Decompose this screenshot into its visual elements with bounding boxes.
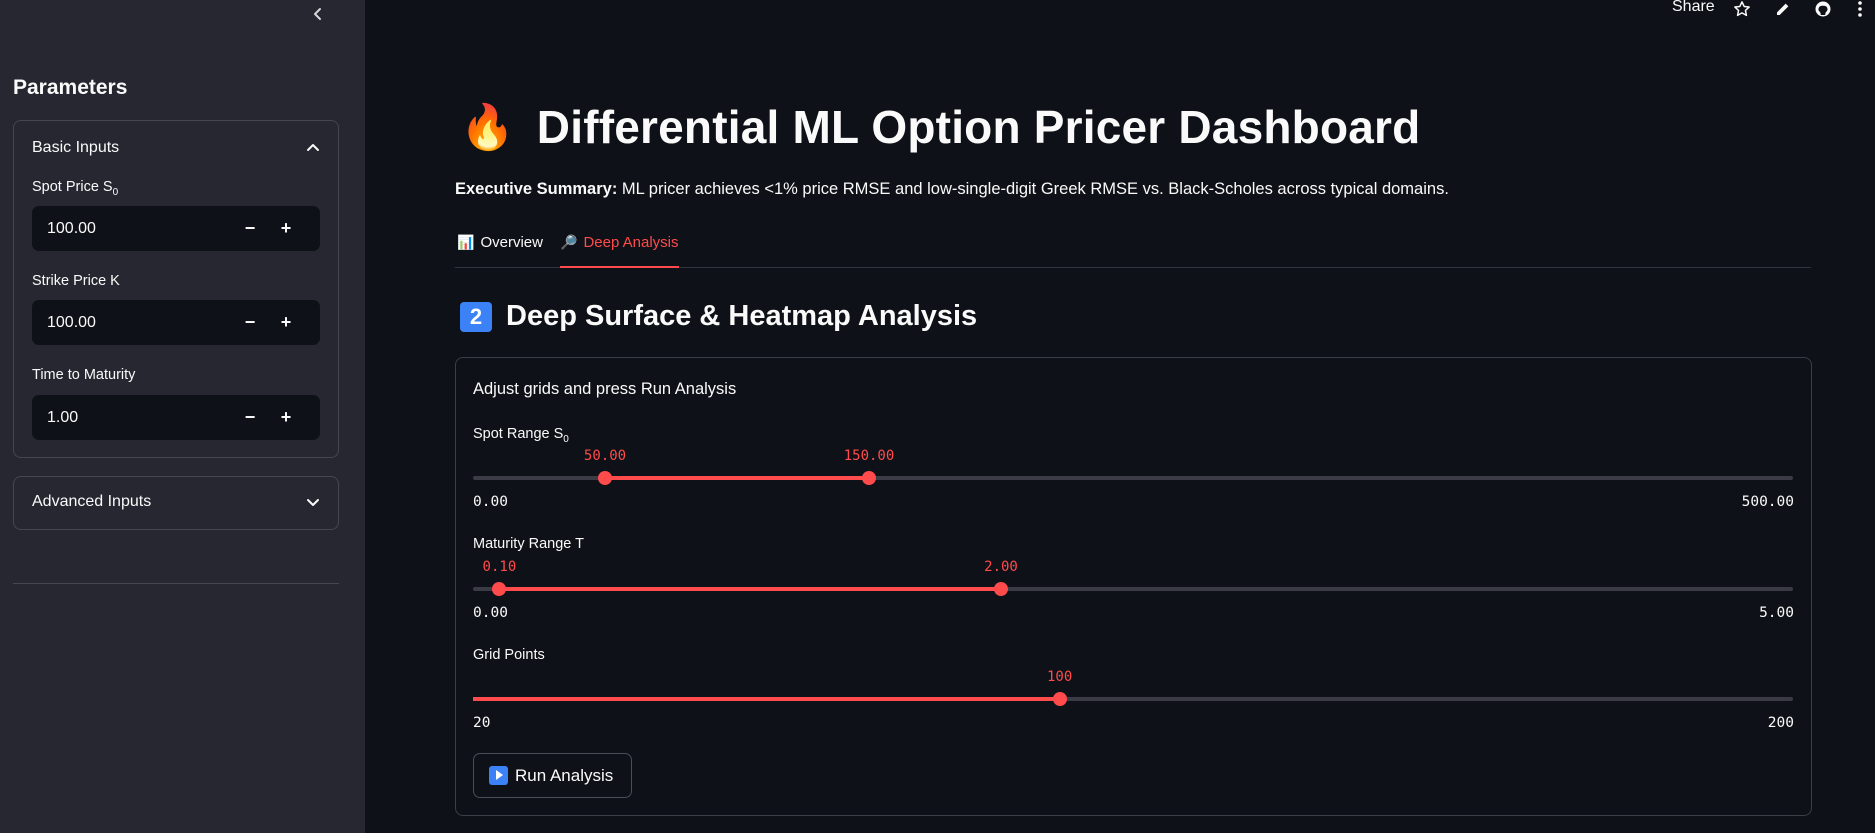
grid-points-label: Grid Points: [473, 647, 545, 663]
spot-price-input-group: − +: [32, 206, 320, 251]
maturity-range-label: Maturity Range T: [473, 536, 584, 552]
spot-price-decrement-button[interactable]: −: [232, 206, 268, 251]
tab-deep-analysis-label: Deep Analysis: [583, 234, 679, 251]
play-icon: [489, 766, 508, 785]
grid-points-max: 200: [1767, 715, 1794, 731]
grid-points-handle[interactable]: [1052, 692, 1067, 706]
spot-price-label: Spot Price S0: [32, 179, 119, 198]
form-caption: Adjust grids and press Run Analysis: [473, 380, 737, 398]
share-button[interactable]: Share: [1672, 0, 1715, 16]
run-analysis-button[interactable]: Run Analysis: [473, 753, 633, 798]
spot-price-increment-button[interactable]: +: [268, 206, 304, 251]
strike-price-input[interactable]: [32, 300, 232, 345]
maturity-input[interactable]: [32, 395, 232, 440]
strike-price-label: Strike Price K: [32, 273, 120, 289]
maturity-input-group: − +: [32, 395, 320, 440]
advanced-inputs-header[interactable]: Advanced Inputs: [32, 493, 320, 511]
spot-range-low-handle[interactable]: [598, 471, 612, 485]
strike-price-increment-button[interactable]: +: [268, 300, 304, 345]
page-title: 🔥 Differential ML Option Pricer Dashboar…: [460, 100, 1420, 154]
section-title: 2 Deep Surface & Heatmap Analysis: [460, 300, 977, 333]
spot-range-fill: [605, 476, 869, 480]
strike-price-input-group: − +: [32, 300, 320, 345]
maturity-decrement-button[interactable]: −: [232, 395, 268, 440]
maturity-label: Time to Maturity: [32, 367, 136, 383]
tab-overview[interactable]: 📊 Overview: [457, 234, 543, 268]
section-title-text: Deep Surface & Heatmap Analysis: [506, 300, 978, 332]
basic-inputs-expander: Basic Inputs Spot Price S0 − + Strike Pr…: [13, 120, 339, 458]
spot-range-high-value: 150.00: [843, 448, 895, 464]
basic-inputs-label: Basic Inputs: [32, 139, 120, 156]
advanced-inputs-label: Advanced Inputs: [32, 493, 152, 510]
more-menu-icon[interactable]: [1854, 0, 1866, 19]
spot-range-label: Spot Range S0: [473, 426, 569, 445]
executive-summary: Executive Summary: ML pricer achieves <1…: [455, 180, 1449, 199]
spot-price-input[interactable]: [32, 206, 232, 251]
maturity-range-max: 5.00: [1759, 605, 1794, 621]
fire-icon: 🔥: [460, 103, 515, 152]
maturity-range-fill: [499, 587, 1001, 591]
tab-overview-label: Overview: [480, 234, 543, 251]
chevron-up-icon: [307, 144, 319, 151]
sidebar-divider: [13, 583, 339, 584]
spot-range-low-value: 50.00: [583, 448, 627, 464]
github-icon[interactable]: [1812, 0, 1834, 19]
spot-range-high-handle[interactable]: [862, 471, 876, 485]
grid-points-fill: [473, 697, 1060, 701]
tab-bar: 📊 Overview 🔎 Deep Analysis: [455, 228, 1811, 268]
grid-points-value: 100: [1047, 669, 1073, 685]
spot-range-slider[interactable]: 50.00 150.00: [473, 448, 1793, 485]
spot-range-max: 500.00: [1741, 494, 1794, 510]
chevron-down-icon: [307, 499, 319, 506]
maturity-range-min: 0.00: [473, 605, 508, 621]
maturity-range-slider[interactable]: 0.10 2.00: [473, 559, 1793, 596]
bar-chart-icon: 📊: [457, 234, 475, 250]
summary-label: Executive Summary:: [455, 180, 618, 198]
maturity-range-high-handle[interactable]: [994, 582, 1008, 596]
chevron-left-icon: [314, 8, 321, 20]
edit-pencil-icon[interactable]: [1772, 0, 1794, 19]
advanced-inputs-expander[interactable]: Advanced Inputs: [13, 476, 339, 530]
sidebar-title: Parameters: [13, 76, 128, 99]
page-title-text: Differential ML Option Pricer Dashboard: [536, 101, 1421, 153]
summary-text: ML pricer achieves <1% price RMSE and lo…: [617, 180, 1449, 198]
magnifier-icon: 🔎: [560, 234, 578, 250]
tab-deep-analysis[interactable]: 🔎 Deep Analysis: [560, 234, 679, 268]
maturity-range-low-handle[interactable]: [492, 582, 507, 596]
maturity-range-low-value: 0.10: [482, 559, 517, 575]
run-analysis-label: Run Analysis: [515, 765, 614, 785]
spot-range-min: 0.00: [473, 494, 508, 510]
sidebar: Parameters Basic Inputs Spot Price S0 − …: [0, 0, 365, 833]
basic-inputs-header[interactable]: Basic Inputs: [32, 139, 320, 157]
grid-points-slider[interactable]: 100: [473, 669, 1793, 706]
collapse-sidebar-button[interactable]: [306, 2, 330, 26]
star-icon[interactable]: [1731, 0, 1753, 19]
maturity-increment-button[interactable]: +: [268, 395, 304, 440]
maturity-range-high-value: 2.00: [984, 559, 1018, 575]
grid-points-min: 20: [473, 715, 491, 731]
analysis-form: Adjust grids and press Run Analysis Spot…: [455, 357, 1812, 816]
strike-price-decrement-button[interactable]: −: [232, 300, 268, 345]
number-two-badge-icon: 2: [460, 301, 492, 332]
